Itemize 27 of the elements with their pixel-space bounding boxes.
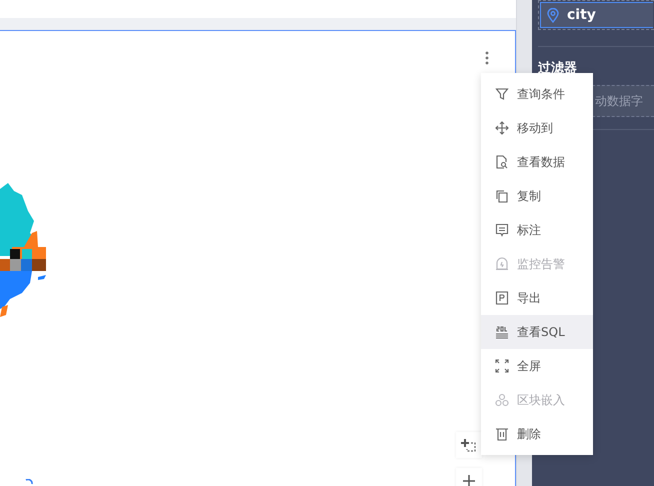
dimension-field[interactable]: city [540, 2, 653, 28]
copy-icon [495, 189, 509, 203]
embed-icon [495, 393, 509, 407]
sql-icon [495, 325, 509, 339]
menu-item[interactable]: 导出 [481, 281, 593, 315]
menu-item[interactable]: 复制 [481, 179, 593, 213]
plus-icon [463, 475, 475, 486]
alarm-icon [495, 257, 509, 271]
fit-button[interactable] [456, 432, 482, 458]
menu-item[interactable]: 全屏 [481, 349, 593, 383]
loading-icon [24, 479, 34, 486]
filter-icon [495, 87, 509, 101]
export-icon [495, 291, 509, 305]
fullscreen-icon [495, 359, 509, 373]
menu-item[interactable]: 查看数据 [481, 145, 593, 179]
menu-item[interactable]: 标注 [481, 213, 593, 247]
more-icon[interactable] [485, 51, 489, 65]
fit-icon [461, 438, 477, 452]
menu-item[interactable]: 删除 [481, 417, 593, 451]
field-label: city [567, 7, 596, 23]
menu-item[interactable]: 查看SQL [481, 315, 593, 349]
move-icon [495, 121, 509, 135]
drop-placeholder: 动数据字 [595, 92, 643, 110]
delete-icon [495, 427, 509, 441]
view-data-icon [495, 155, 509, 169]
location-pin-icon [547, 8, 559, 22]
comment-icon [495, 223, 509, 237]
